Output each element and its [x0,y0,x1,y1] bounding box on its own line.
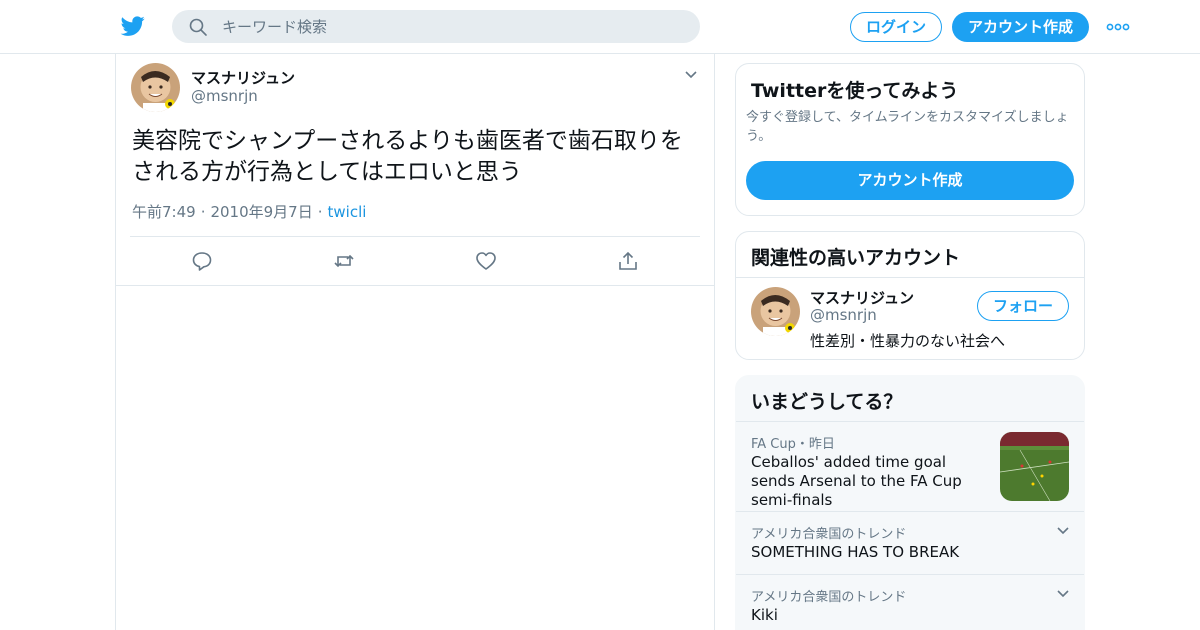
search-input[interactable] [222,10,682,43]
meta-separator: · [200,203,206,221]
signup-button[interactable]: アカウント作成 [952,12,1089,42]
tweet-time[interactable]: 午前7:49 [132,203,196,221]
chevron-down-icon[interactable] [684,68,698,82]
tweet-meta: 午前7:49 · 2010年9月7日 · twicli [132,201,366,222]
chevron-down-icon[interactable] [1056,524,1070,538]
account-bio: 性差別・性暴力のない社会へ [810,332,1006,350]
trend-name: Kiki [751,606,778,624]
search-box[interactable] [172,10,700,43]
trend-context: FA Cup・昨日 [751,437,835,452]
signup-card: Twitterを使ってみよう 今すぐ登録して、タイムラインをカスタマイズしましょ… [735,63,1085,216]
avatar[interactable] [751,287,800,336]
avatar[interactable] [131,63,180,112]
trend-thumbnail[interactable] [1000,432,1069,501]
avatar-image [751,287,800,336]
share-icon[interactable] [617,250,639,272]
trends-card: いまどうしてる？ FA Cup・昨日 Ceballos' added time … [735,375,1085,630]
trends-title: いまどうしてる？ [751,391,903,413]
login-button[interactable]: ログイン [850,12,942,42]
tweet-source-link[interactable]: twicli [328,203,367,221]
twitter-bird-icon[interactable] [120,14,146,38]
account-display-name[interactable]: マスナリジュン [810,287,914,308]
tweet-text: 美容院でシャンプーされるよりも歯医者で歯石取りをされる方が行為としてはエロいと思… [132,128,683,185]
like-heart-icon[interactable] [475,250,497,272]
tweet-actions [116,237,714,286]
follow-button[interactable]: フォロー [977,291,1069,321]
related-accounts-title: 関連性の高いアカウント [751,247,961,269]
reply-icon[interactable] [191,250,213,272]
retweet-icon[interactable] [333,250,355,272]
tweet-detail: マスナリジュン @msnrjn 美容院でシャンプーされるよりも歯医者で歯石取りを… [115,54,715,630]
top-bar: ログイン アカウント作成 [0,0,1200,54]
trend-name: Ceballos' added time goal sends Arsenal … [751,453,962,509]
signup-card-title: Twitterを使ってみよう [751,80,959,102]
trend-context: アメリカ合衆国のトレンド [751,590,907,605]
chevron-down-icon[interactable] [1056,587,1070,601]
meta-separator: · [317,203,323,221]
related-accounts-card: 関連性の高いアカウント マスナリジュン @msnrjn 性差別・性暴力のない社会… [735,231,1085,360]
tweet-date[interactable]: 2010年9月7日 [210,203,312,221]
account-handle[interactable]: @msnrjn [810,306,877,324]
trend-name: SOMETHING HAS TO BREAK [751,543,960,561]
more-options-icon[interactable] [1106,18,1130,36]
signup-card-subtitle: 今すぐ登録して、タイムラインをカスタマイズしましょう。 [746,110,1069,144]
create-account-button[interactable]: アカウント作成 [746,161,1074,200]
search-icon [189,18,207,36]
divider [736,277,1084,278]
trend-item[interactable]: FA Cup・昨日 Ceballos' added time goal send… [736,421,1084,511]
trend-context: アメリカ合衆国のトレンド [751,527,907,542]
trend-item[interactable]: アメリカ合衆国のトレンド Kiki [736,574,1084,630]
avatar-image [131,63,180,112]
trend-item[interactable]: アメリカ合衆国のトレンド SOMETHING HAS TO BREAK [736,511,1084,574]
author-display-name[interactable]: マスナリジュン [191,67,295,88]
author-handle[interactable]: @msnrjn [191,87,258,105]
soccer-match-image [1000,432,1069,501]
